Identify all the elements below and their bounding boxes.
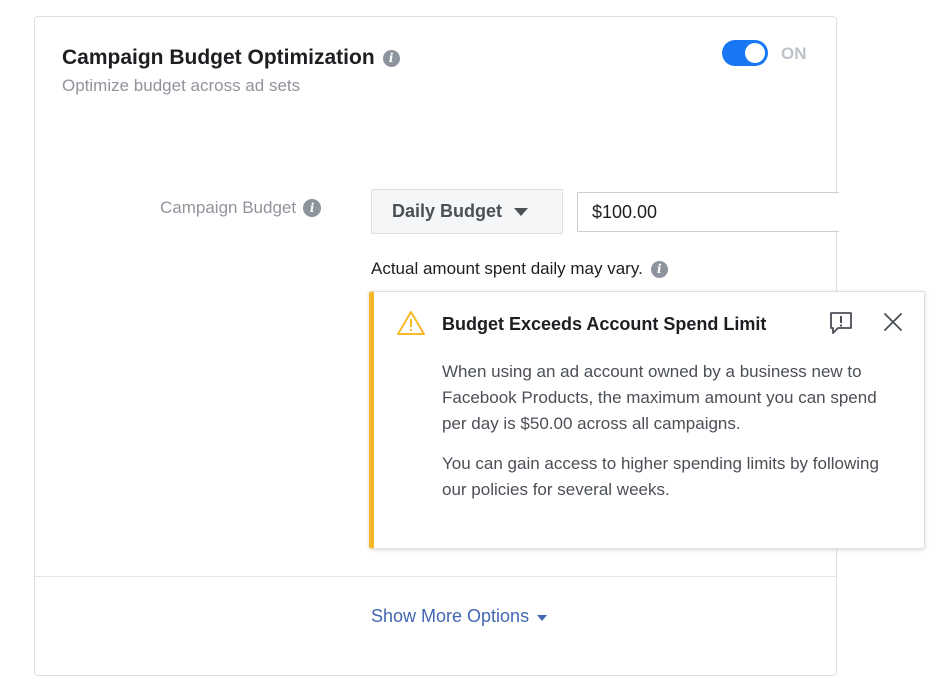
- spend-variance-text: Actual amount spent daily may vary.: [371, 259, 643, 278]
- chevron-down-icon: [514, 207, 529, 216]
- info-icon[interactable]: i: [382, 49, 400, 67]
- budget-type-dropdown[interactable]: Daily Budget: [371, 189, 563, 234]
- campaign-budget-label-row: Campaign Budget i: [160, 198, 322, 218]
- budget-optimization-toggle[interactable]: [722, 40, 768, 66]
- campaign-budget-label: Campaign Budget: [160, 198, 297, 217]
- feedback-icon[interactable]: [828, 310, 854, 341]
- warning-body: When using an ad account owned by a busi…: [442, 359, 902, 503]
- budget-amount-input[interactable]: [577, 192, 839, 232]
- show-more-options-link[interactable]: Show More Options: [371, 606, 548, 627]
- section-subtitle: Optimize budget across ad sets: [62, 76, 301, 95]
- divider: [35, 576, 836, 577]
- close-icon[interactable]: [882, 311, 904, 338]
- caret-down-icon: [537, 614, 548, 621]
- budget-type-value: Daily Budget: [392, 201, 503, 221]
- warning-title: Budget Exceeds Account Spend Limit: [442, 314, 767, 334]
- warning-paragraph: You can gain access to higher spending l…: [442, 454, 879, 499]
- spend-limit-warning: Budget Exceeds Account Spend Limit When …: [369, 291, 925, 549]
- section-header: Campaign Budget Optimization i: [62, 46, 400, 70]
- warning-icon: [396, 310, 426, 341]
- show-more-options-label: Show More Options: [371, 606, 530, 626]
- info-icon[interactable]: i: [650, 260, 668, 278]
- section-title: Campaign Budget Optimization: [62, 46, 375, 69]
- warning-paragraph: When using an ad account owned by a busi…: [442, 362, 877, 433]
- spend-variance-note: Actual amount spent daily may vary. i: [371, 259, 668, 279]
- toggle-state-label: ON: [781, 44, 807, 63]
- info-icon[interactable]: i: [303, 199, 322, 217]
- toggle-knob: [745, 43, 765, 63]
